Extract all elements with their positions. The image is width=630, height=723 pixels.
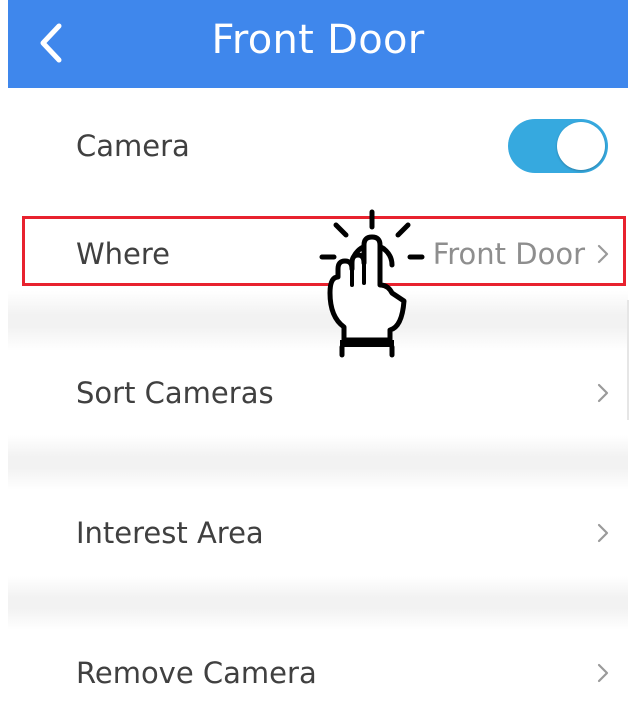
toggle-knob (557, 122, 605, 170)
interest-area-label: Interest Area (76, 516, 264, 550)
app-header: Front Door (8, 0, 628, 88)
sort-cameras-label: Sort Cameras (76, 376, 274, 410)
section-divider (8, 576, 628, 630)
section-divider (8, 435, 628, 490)
chevron-right-icon (597, 523, 609, 543)
camera-label: Camera (76, 129, 190, 163)
tap-hand-icon (319, 209, 425, 358)
sort-cameras-row[interactable]: Sort Cameras (8, 351, 628, 435)
interest-area-row[interactable]: Interest Area (8, 490, 628, 576)
page-title: Front Door (211, 17, 425, 63)
camera-toggle[interactable] (508, 119, 608, 173)
scrollbar-edge (627, 300, 629, 420)
chevron-right-icon (597, 663, 609, 683)
camera-row: Camera (8, 100, 628, 192)
remove-camera-row[interactable]: Remove Camera (8, 630, 628, 716)
remove-camera-label: Remove Camera (76, 656, 317, 690)
chevron-right-icon (597, 383, 609, 403)
